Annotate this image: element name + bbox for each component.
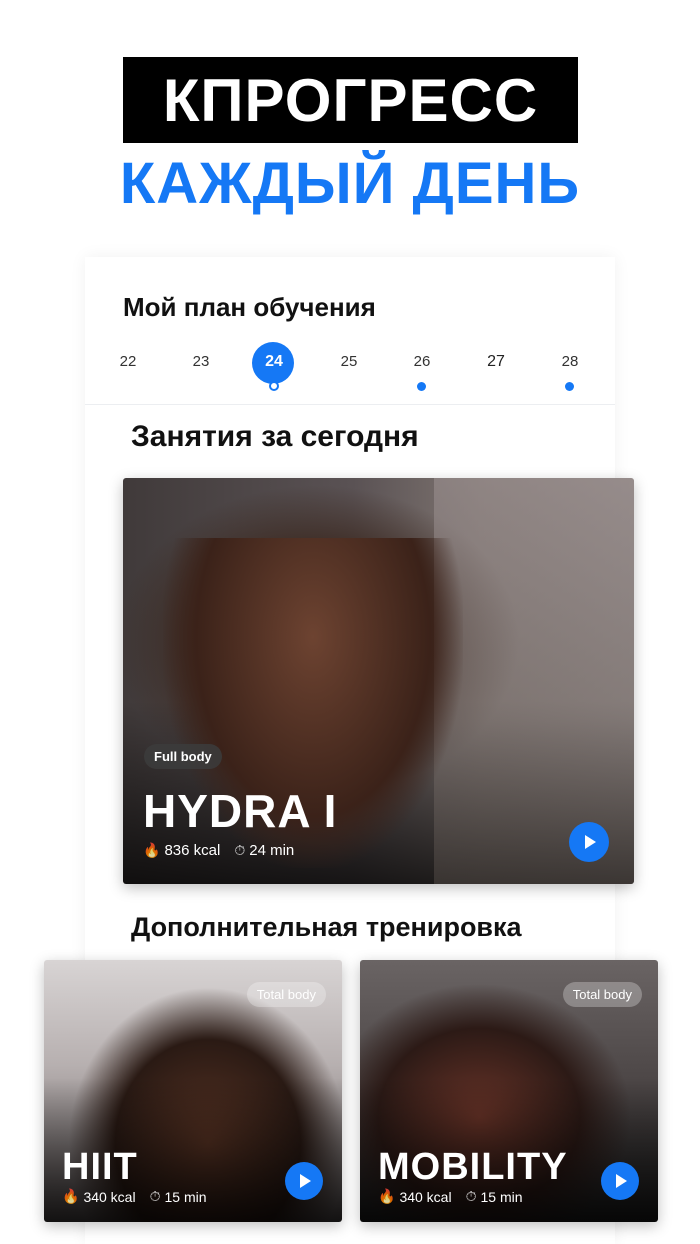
day-28[interactable]: 28 — [546, 340, 594, 391]
workout-card-hiit[interactable]: Total body HIIT 🔥 340 kcal ⏱ 15 min — [44, 960, 342, 1222]
duration-value: 15 min — [164, 1188, 207, 1205]
day-24-selected[interactable]: 24 — [250, 340, 298, 391]
plan-title: Мой план обучения — [123, 292, 376, 322]
play-button[interactable] — [569, 822, 609, 862]
calories-stat: 🔥 836 kcal — [143, 842, 220, 859]
day-label: 23 — [192, 353, 210, 370]
day-label: 25 — [340, 353, 358, 370]
flame-icon: 🔥 — [62, 1188, 80, 1204]
duration-stat: ⏱ 24 min — [234, 842, 294, 859]
workout-stats: 🔥 836 kcal ⏱ 24 min — [143, 842, 294, 859]
calories-stat: 🔥 340 kcal — [62, 1188, 136, 1205]
day-label: 22 — [119, 353, 137, 370]
hero-title: КПРОГРЕСС — [123, 57, 578, 143]
calories-value: 836 kcal — [164, 842, 221, 859]
day-22[interactable]: 22 — [104, 340, 152, 388]
duration-value: 15 min — [480, 1188, 523, 1205]
day-23[interactable]: 23 — [177, 340, 225, 388]
day-marker-dot — [565, 382, 574, 391]
background-photo — [434, 478, 634, 884]
calories-stat: 🔥 340 kcal — [378, 1188, 452, 1205]
play-icon — [300, 1174, 311, 1188]
calories-value: 340 kcal — [399, 1188, 452, 1205]
hero-subtitle: КАЖДЫЙ ДЕНЬ — [119, 151, 581, 216]
workout-stats: 🔥 340 kcal ⏱ 15 min — [62, 1188, 207, 1205]
workout-tag: Total body — [246, 982, 326, 1007]
day-marker-dot — [417, 382, 426, 391]
workout-name: MOBILITY — [378, 1146, 568, 1188]
workout-tag: Full body — [144, 744, 222, 769]
play-button[interactable] — [601, 1162, 639, 1200]
day-label: 24 — [265, 353, 283, 370]
day-marker-dot — [269, 381, 279, 391]
workout-card-mobility[interactable]: Total body MOBILITY 🔥 340 kcal ⏱ 15 min — [360, 960, 658, 1222]
stopwatch-icon: ⏱ — [149, 1188, 161, 1204]
duration-stat: ⏱ 15 min — [466, 1188, 523, 1205]
stopwatch-icon: ⏱ — [234, 842, 246, 858]
duration-value: 24 min — [249, 842, 295, 859]
day-25[interactable]: 25 — [325, 340, 373, 388]
flame-icon: 🔥 — [143, 842, 161, 858]
day-26[interactable]: 26 — [398, 340, 446, 391]
play-icon — [616, 1174, 627, 1188]
play-button[interactable] — [285, 1162, 323, 1200]
flame-icon: 🔥 — [378, 1188, 396, 1204]
day-label: 28 — [561, 353, 579, 370]
day-27[interactable]: 27 — [472, 340, 520, 388]
play-icon — [585, 835, 596, 849]
calories-value: 340 kcal — [83, 1188, 136, 1205]
workout-name: HYDRA I — [143, 785, 338, 837]
day-label: 26 — [413, 353, 431, 370]
duration-stat: ⏱ 15 min — [150, 1188, 207, 1205]
workout-card-hydra[interactable]: Full body HYDRA I 🔥 836 kcal ⏱ 24 min — [123, 478, 634, 884]
divider — [85, 404, 615, 405]
workout-name: HIIT — [62, 1146, 138, 1188]
day-selector: 22 23 24 25 26 27 28 — [96, 340, 608, 394]
day-label: 27 — [487, 353, 505, 370]
workout-tag: Total body — [562, 982, 642, 1007]
today-section-title: Занятия за сегодня — [131, 420, 419, 453]
extra-section-title: Дополнительная тренировка — [131, 912, 522, 942]
workout-stats: 🔥 340 kcal ⏱ 15 min — [378, 1188, 523, 1205]
stopwatch-icon: ⏱ — [465, 1188, 477, 1204]
